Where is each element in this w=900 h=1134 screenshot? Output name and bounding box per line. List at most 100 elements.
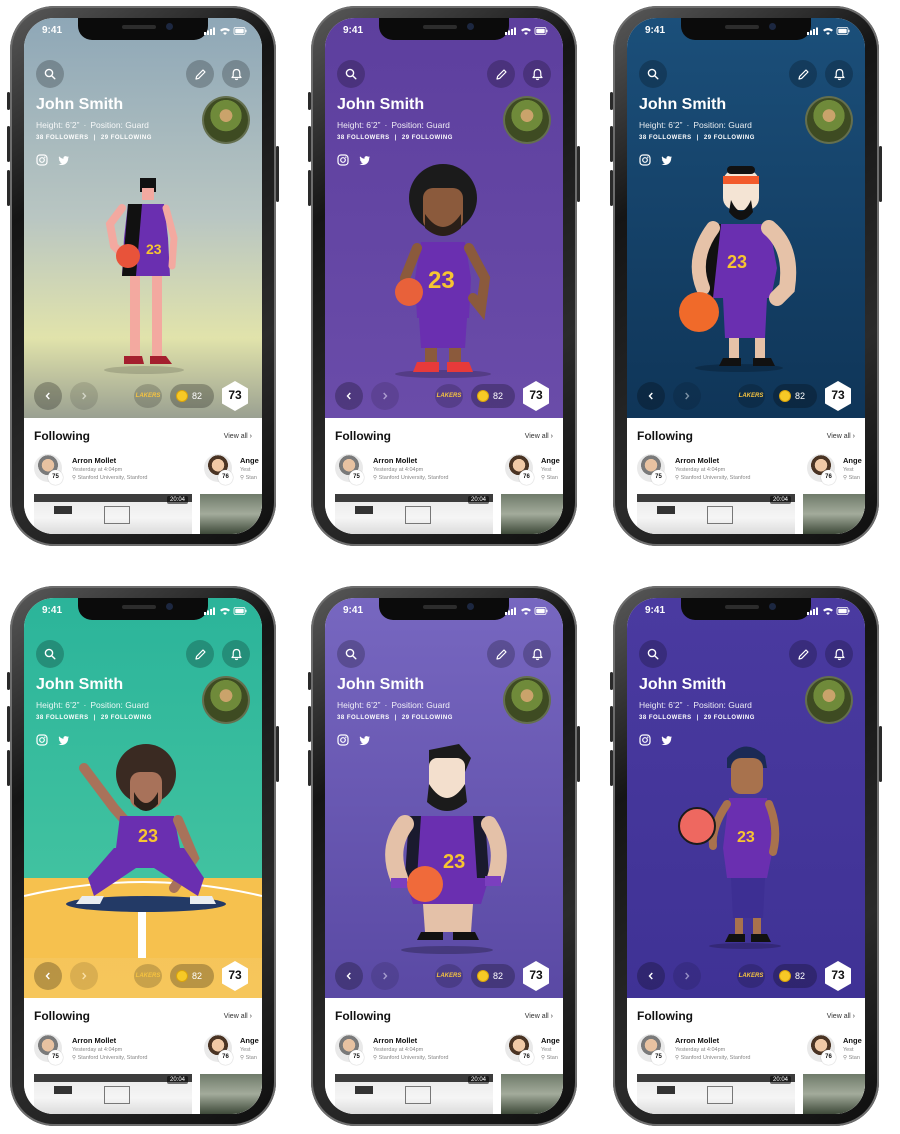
- notifications-button[interactable]: [825, 640, 853, 668]
- team-logo[interactable]: LAKERS: [435, 964, 463, 988]
- following-card[interactable]: 75 Arron Mollet Yesterday at 4:04pm ⚲ St…: [335, 1034, 485, 1068]
- coin-balance[interactable]: 82: [773, 964, 817, 988]
- video-thumbnail[interactable]: [501, 1074, 563, 1114]
- edit-button[interactable]: [789, 640, 817, 668]
- instagram-icon[interactable]: [337, 154, 349, 166]
- followers-count[interactable]: 38 FOLLOWERS: [337, 715, 390, 721]
- team-logo[interactable]: LAKERS: [737, 384, 765, 408]
- prev-character-button[interactable]: [34, 962, 62, 990]
- following-count[interactable]: 29 FOLLOWING: [402, 715, 453, 721]
- followers-count[interactable]: 38 FOLLOWERS: [337, 135, 390, 141]
- edit-button[interactable]: [186, 640, 214, 668]
- view-all-link[interactable]: View all ›: [525, 433, 553, 440]
- instagram-icon[interactable]: [639, 154, 651, 166]
- video-thumbnail[interactable]: [200, 1074, 262, 1114]
- notifications-button[interactable]: [222, 640, 250, 668]
- video-thumbnail[interactable]: 20:04: [335, 1074, 493, 1114]
- team-logo[interactable]: LAKERS: [435, 384, 463, 408]
- twitter-icon[interactable]: [359, 734, 371, 746]
- video-thumbnail[interactable]: [803, 1074, 865, 1114]
- followers-count[interactable]: 38 FOLLOWERS: [36, 715, 89, 721]
- twitter-icon[interactable]: [359, 154, 371, 166]
- following-count[interactable]: 29 FOLLOWING: [101, 135, 152, 141]
- profile-avatar[interactable]: [202, 676, 250, 724]
- following-count[interactable]: 29 FOLLOWING: [704, 715, 755, 721]
- search-button[interactable]: [36, 640, 64, 668]
- team-logo[interactable]: LAKERS: [737, 964, 765, 988]
- prev-character-button[interactable]: [637, 382, 665, 410]
- following-card[interactable]: 76 Ange Yest ⚲ Stan: [204, 1034, 262, 1068]
- following-card[interactable]: 75 Arron Mollet Yesterday at 4:04pm ⚲ St…: [34, 1034, 184, 1068]
- following-card[interactable]: 76 Ange Yest ⚲ Stan: [807, 454, 865, 488]
- profile-avatar[interactable]: [503, 676, 551, 724]
- coin-balance[interactable]: 82: [170, 384, 214, 408]
- notifications-button[interactable]: [222, 60, 250, 88]
- coin-balance[interactable]: 82: [170, 964, 214, 988]
- profile-avatar[interactable]: [805, 676, 853, 724]
- prev-character-button[interactable]: [637, 962, 665, 990]
- following-card[interactable]: 75 Arron Mollet Yesterday at 4:04pm ⚲ St…: [637, 1034, 787, 1068]
- view-all-link[interactable]: View all ›: [224, 1013, 252, 1020]
- search-button[interactable]: [639, 60, 667, 88]
- following-card[interactable]: 75 Arron Mollet Yesterday at 4:04pm ⚲ St…: [34, 454, 184, 488]
- edit-button[interactable]: [487, 60, 515, 88]
- edit-button[interactable]: [186, 60, 214, 88]
- instagram-icon[interactable]: [639, 734, 651, 746]
- search-button[interactable]: [337, 640, 365, 668]
- twitter-icon[interactable]: [58, 734, 70, 746]
- video-thumbnail[interactable]: 20:04: [34, 494, 192, 534]
- prev-character-button[interactable]: [335, 382, 363, 410]
- next-character-button[interactable]: [673, 962, 701, 990]
- following-card[interactable]: 75 Arron Mollet Yesterday at 4:04pm ⚲ St…: [637, 454, 787, 488]
- following-count[interactable]: 29 FOLLOWING: [101, 715, 152, 721]
- instagram-icon[interactable]: [36, 154, 48, 166]
- view-all-link[interactable]: View all ›: [525, 1013, 553, 1020]
- video-thumbnail[interactable]: [501, 494, 563, 534]
- profile-avatar[interactable]: [202, 96, 250, 144]
- video-thumbnail[interactable]: 20:04: [34, 1074, 192, 1114]
- team-logo[interactable]: LAKERS: [134, 964, 162, 988]
- instagram-icon[interactable]: [36, 734, 48, 746]
- profile-avatar[interactable]: [805, 96, 853, 144]
- notifications-button[interactable]: [523, 640, 551, 668]
- video-thumbnail[interactable]: [200, 494, 262, 534]
- search-button[interactable]: [337, 60, 365, 88]
- following-count[interactable]: 29 FOLLOWING: [402, 135, 453, 141]
- next-character-button[interactable]: [70, 962, 98, 990]
- search-button[interactable]: [36, 60, 64, 88]
- following-card[interactable]: 76 Ange Yest ⚲ Stan: [505, 1034, 563, 1068]
- search-button[interactable]: [639, 640, 667, 668]
- video-thumbnail[interactable]: [803, 494, 865, 534]
- next-character-button[interactable]: [371, 382, 399, 410]
- video-thumbnail[interactable]: 20:04: [637, 1074, 795, 1114]
- coin-balance[interactable]: 82: [773, 384, 817, 408]
- instagram-icon[interactable]: [337, 734, 349, 746]
- profile-avatar[interactable]: [503, 96, 551, 144]
- following-card[interactable]: 75 Arron Mollet Yesterday at 4:04pm ⚲ St…: [335, 454, 485, 488]
- next-character-button[interactable]: [673, 382, 701, 410]
- following-count[interactable]: 29 FOLLOWING: [704, 135, 755, 141]
- following-card[interactable]: 76 Ange Yest ⚲ Stan: [505, 454, 563, 488]
- twitter-icon[interactable]: [661, 154, 673, 166]
- followers-count[interactable]: 38 FOLLOWERS: [639, 135, 692, 141]
- twitter-icon[interactable]: [661, 734, 673, 746]
- next-character-button[interactable]: [70, 382, 98, 410]
- video-thumbnail[interactable]: 20:04: [335, 494, 493, 534]
- video-thumbnail[interactable]: 20:04: [637, 494, 795, 534]
- next-character-button[interactable]: [371, 962, 399, 990]
- coin-balance[interactable]: 82: [471, 384, 515, 408]
- following-card[interactable]: 76 Ange Yest ⚲ Stan: [807, 1034, 865, 1068]
- coin-balance[interactable]: 82: [471, 964, 515, 988]
- prev-character-button[interactable]: [34, 382, 62, 410]
- edit-button[interactable]: [789, 60, 817, 88]
- view-all-link[interactable]: View all ›: [224, 433, 252, 440]
- view-all-link[interactable]: View all ›: [827, 1013, 855, 1020]
- team-logo[interactable]: LAKERS: [134, 384, 162, 408]
- followers-count[interactable]: 38 FOLLOWERS: [36, 135, 89, 141]
- followers-count[interactable]: 38 FOLLOWERS: [639, 715, 692, 721]
- notifications-button[interactable]: [523, 60, 551, 88]
- view-all-link[interactable]: View all ›: [827, 433, 855, 440]
- twitter-icon[interactable]: [58, 154, 70, 166]
- notifications-button[interactable]: [825, 60, 853, 88]
- prev-character-button[interactable]: [335, 962, 363, 990]
